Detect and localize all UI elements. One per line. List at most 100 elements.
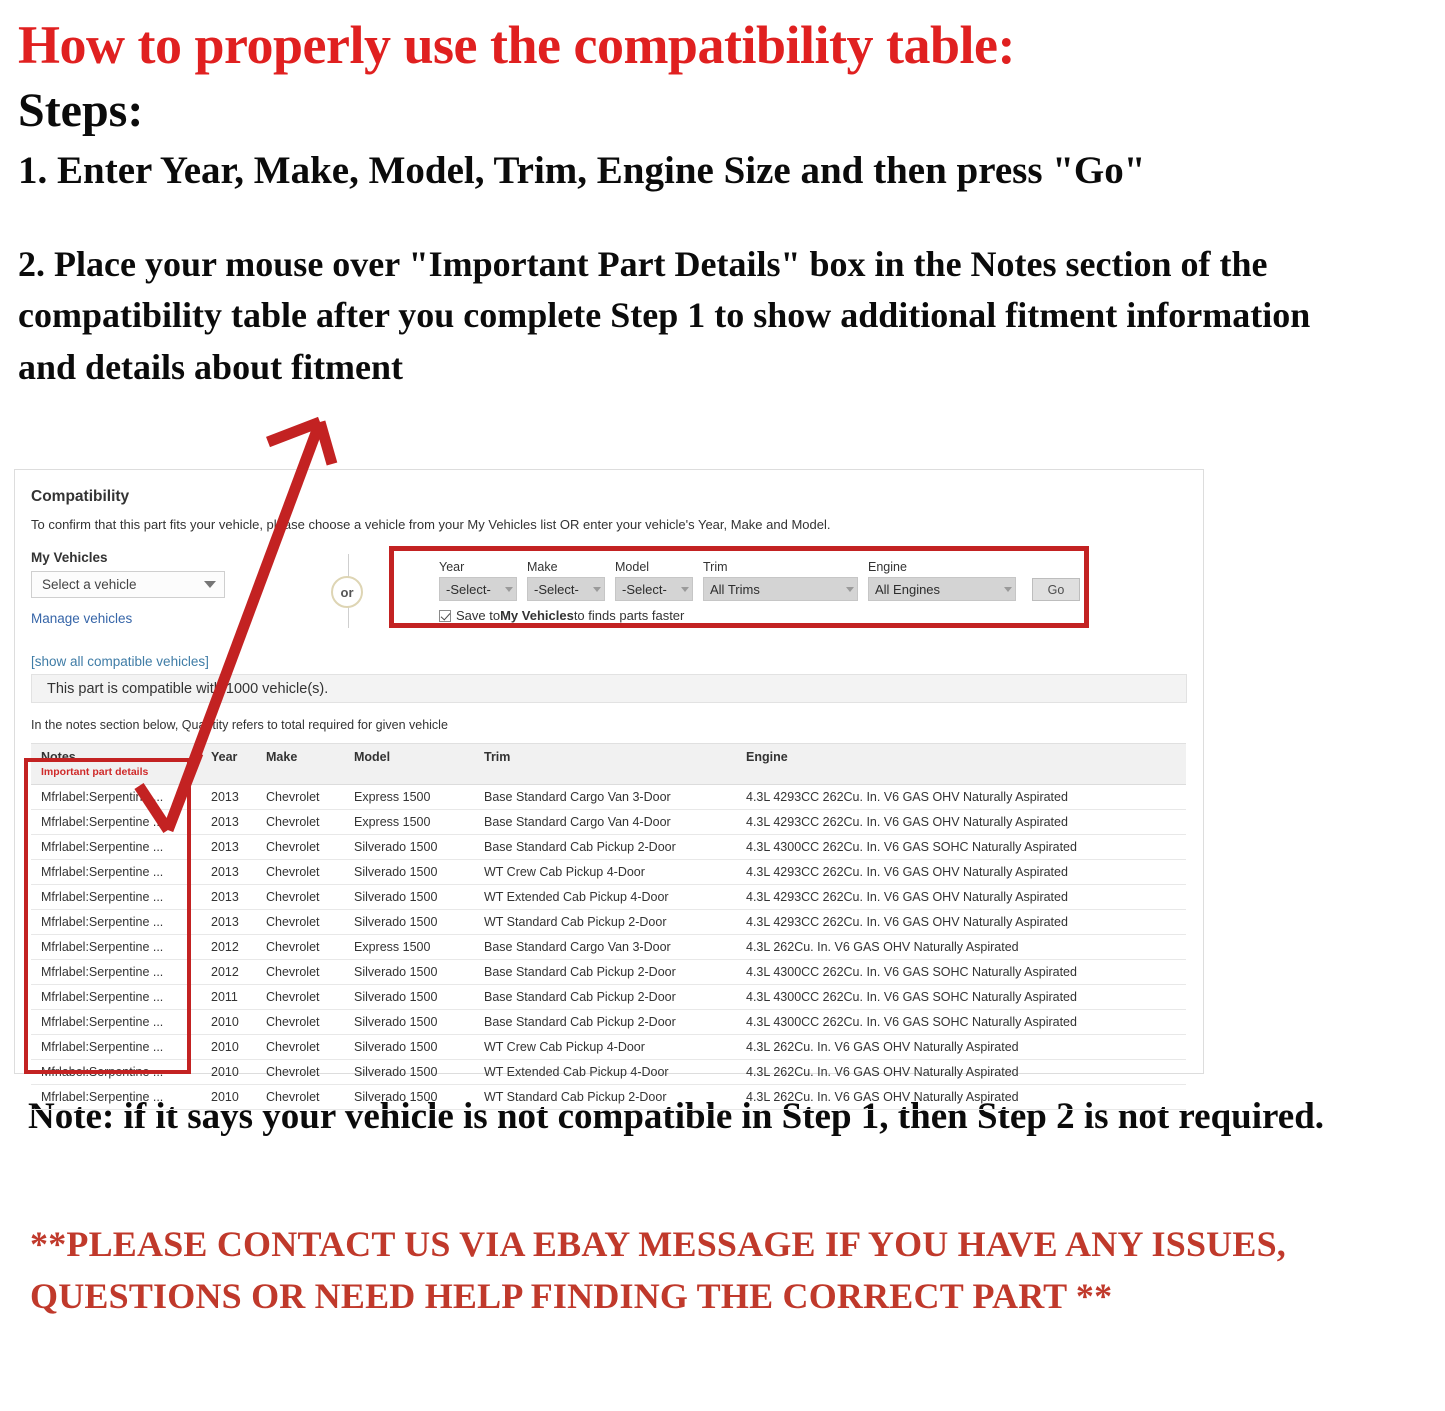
manage-vehicles-link[interactable]: Manage vehicles [31, 611, 132, 626]
or-label: or [331, 576, 363, 608]
engine-cell: 4.3L 262Cu. In. V6 GAS OHV Naturally Asp… [736, 1034, 1186, 1060]
compatibility-panel: Compatibility To confirm that this part … [14, 469, 1204, 1110]
notes-cell[interactable]: Mfrlabel:Serpentine ... [31, 859, 201, 885]
my-vehicles-selected-value: Select a vehicle [42, 577, 137, 592]
go-button[interactable]: Go [1032, 578, 1080, 601]
model-cell: Express 1500 [344, 934, 474, 960]
quantity-note-text: In the notes section below, Quantity ref… [31, 718, 448, 732]
column-header-model: Model [344, 743, 474, 785]
table-row: Mfrlabel:Serpentine ... 2010 Chevrolet Silv… [31, 1034, 1186, 1060]
notes-cell[interactable]: Mfrlabel:Serpentine ... [31, 1059, 201, 1085]
notes-cell[interactable]: Mfrlabel:Serpentine ... [31, 984, 201, 1010]
model-label: Model [615, 560, 650, 574]
model-field: Model -Select- [615, 560, 693, 601]
engine-cell: 4.3L 4300CC 262Cu. In. V6 GAS SOHC Natur… [736, 834, 1186, 860]
model-value: -Select- [622, 581, 667, 597]
trim-cell: WT Standard Cab Pickup 2-Door [474, 1084, 736, 1110]
year-label: Year [439, 560, 465, 574]
notes-cell[interactable]: Mfrlabel:Serpentine ... [31, 934, 201, 960]
model-cell: Silverado 1500 [344, 1034, 474, 1060]
trim-cell: Base Standard Cab Pickup 2-Door [474, 1009, 736, 1035]
notes-cell[interactable]: Mfrlabel:Serpentine ... [31, 1009, 201, 1035]
year-cell: 2011 [201, 984, 256, 1010]
trim-cell: WT Standard Cab Pickup 2-Door [474, 909, 736, 935]
engine-cell: 4.3L 4300CC 262Cu. In. V6 GAS SOHC Natur… [736, 1009, 1186, 1035]
model-cell: Silverado 1500 [344, 1009, 474, 1035]
save-suffix-text: to finds parts faster [573, 608, 685, 623]
table-header-row: Notes Important part details Year Make M… [31, 743, 1186, 785]
trim-cell: Base Standard Cargo Van 4-Door [474, 809, 736, 835]
notes-cell[interactable]: Mfrlabel:Serpentine ... [31, 909, 201, 935]
year-value: -Select- [446, 581, 491, 597]
year-cell: 2010 [201, 1034, 256, 1060]
year-cell: 2013 [201, 859, 256, 885]
year-cell: 2012 [201, 959, 256, 985]
my-vehicles-label: My Vehicles [31, 550, 108, 565]
engine-cell: 4.3L 4300CC 262Cu. In. V6 GAS SOHC Natur… [736, 984, 1186, 1010]
model-cell: Silverado 1500 [344, 834, 474, 860]
make-field: Make -Select- [527, 560, 605, 601]
trim-field: Trim All Trims [703, 560, 858, 601]
trim-label: Trim [703, 560, 728, 574]
engine-select[interactable]: All Engines [868, 577, 1016, 601]
save-prefix-text: Save to [456, 608, 501, 623]
notes-cell[interactable]: Mfrlabel:Serpentine ... [31, 1034, 201, 1060]
year-cell: 2010 [201, 1059, 256, 1085]
make-cell: Chevrolet [256, 859, 344, 885]
model-cell: Express 1500 [344, 809, 474, 835]
table-row: Mfrlabel:Serpentine ... 2010 Chevrolet Silv… [31, 1009, 1186, 1035]
table-row: Mfrlabel:Serpentine ... 2013 Chevrolet Silv… [31, 909, 1186, 935]
engine-cell: 4.3L 4300CC 262Cu. In. V6 GAS SOHC Natur… [736, 959, 1186, 985]
table-row: Mfrlabel:Serpentine ... 2012 Chevrolet Silv… [31, 959, 1186, 985]
ymmte-form-highlight-box: Year -Select- Make -Select- Model -Selec… [389, 546, 1089, 628]
trim-cell: WT Crew Cab Pickup 4-Door [474, 859, 736, 885]
model-cell: Express 1500 [344, 784, 474, 810]
trim-cell: Base Standard Cargo Van 3-Door [474, 934, 736, 960]
trim-cell: Base Standard Cab Pickup 2-Door [474, 834, 736, 860]
model-cell: Silverado 1500 [344, 884, 474, 910]
vehicle-picker-area: My Vehicles Select a vehicle Manage vehi… [31, 546, 1187, 671]
engine-cell: 4.3L 4293CC 262Cu. In. V6 GAS OHV Natura… [736, 809, 1186, 835]
my-vehicles-column: My Vehicles Select a vehicle Manage vehi… [31, 550, 281, 671]
model-select[interactable]: -Select- [615, 577, 693, 601]
make-cell: Chevrolet [256, 834, 344, 860]
notes-cell[interactable]: Mfrlabel:Serpentine ... [31, 1084, 201, 1110]
table-row: Mfrlabel:Serpentine ... 2013 Chevrolet Expr… [31, 809, 1186, 835]
trim-cell: Base Standard Cab Pickup 2-Door [474, 959, 736, 985]
save-to-my-vehicles-checkbox[interactable] [439, 609, 451, 622]
year-cell: 2010 [201, 1009, 256, 1035]
make-cell: Chevrolet [256, 784, 344, 810]
trim-select[interactable]: All Trims [703, 577, 858, 601]
make-cell: Chevrolet [256, 809, 344, 835]
make-label: Make [527, 560, 558, 574]
save-to-my-vehicles-row[interactable]: Save to My Vehicles to finds parts faste… [394, 601, 1084, 623]
trim-cell: WT Extended Cab Pickup 4-Door [474, 1059, 736, 1085]
table-row: Mfrlabel:Serpentine ... 2010 Chevrolet Silv… [31, 1059, 1186, 1085]
make-cell: Chevrolet [256, 1059, 344, 1085]
notes-cell[interactable]: Mfrlabel:Serpentine ... [31, 784, 201, 810]
model-cell: Silverado 1500 [344, 859, 474, 885]
compatibility-heading: Compatibility [31, 488, 130, 505]
contact-us-text: **PLEASE CONTACT US VIA EBAY MESSAGE IF … [30, 1224, 1287, 1317]
column-header-notes: Notes Important part details [31, 743, 201, 785]
show-all-compatible-vehicles-link[interactable]: [show all compatible vehicles] [31, 654, 209, 669]
my-vehicles-select[interactable]: Select a vehicle [31, 571, 225, 598]
engine-label: Engine [868, 560, 907, 574]
chevron-down-icon [846, 586, 854, 592]
make-cell: Chevrolet [256, 1009, 344, 1035]
compatibility-table-body: Mfrlabel:Serpentine ... 2013 Chevrolet Expr… [31, 784, 1186, 1110]
notes-cell[interactable]: Mfrlabel:Serpentine ... [31, 959, 201, 985]
notes-cell[interactable]: Mfrlabel:Serpentine ... [31, 834, 201, 860]
notes-cell[interactable]: Mfrlabel:Serpentine ... [31, 884, 201, 910]
year-field: Year -Select- [439, 560, 517, 601]
column-header-trim: Trim [474, 743, 736, 785]
step-1-text: 1. Enter Year, Make, Model, Trim, Engine… [18, 149, 1146, 193]
compatibility-table: Notes Important part details Year Make M… [31, 743, 1186, 1110]
make-select[interactable]: -Select- [527, 577, 605, 601]
engine-cell: 4.3L 262Cu. In. V6 GAS OHV Naturally Asp… [736, 934, 1186, 960]
or-divider: or [331, 554, 367, 628]
year-select[interactable]: -Select- [439, 577, 517, 601]
make-cell: Chevrolet [256, 1084, 344, 1110]
trim-value: All Trims [710, 581, 760, 597]
notes-cell[interactable]: Mfrlabel:Serpentine ... [31, 809, 201, 835]
